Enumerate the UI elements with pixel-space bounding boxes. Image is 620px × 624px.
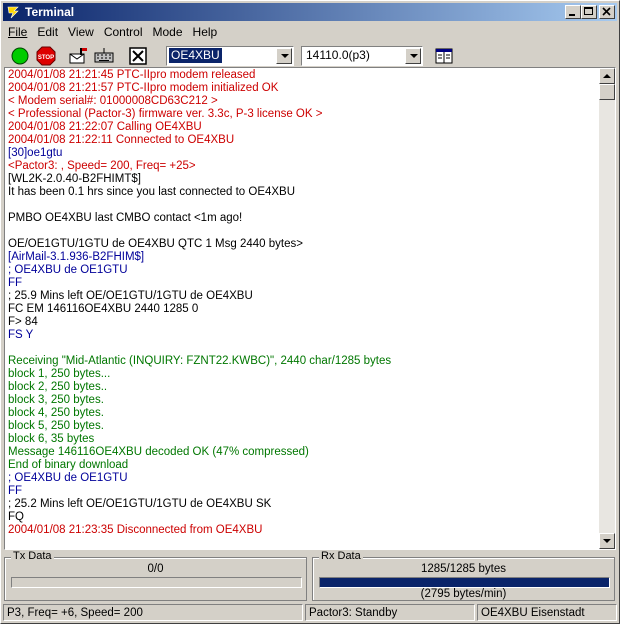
stop-button[interactable]: STOP [35, 45, 57, 67]
keyboard-button[interactable] [93, 45, 115, 67]
window-title: Terminal [25, 5, 75, 19]
close-box-icon [129, 47, 147, 65]
terminal-line: It has been 0.1 hrs since you last conne… [8, 186, 296, 198]
rx-progress-fill [320, 578, 609, 587]
terminal-output[interactable]: 2004/01/08 21:21:45 PTC-IIpro modem rele… [4, 67, 616, 550]
scroll-down-button[interactable] [599, 533, 615, 549]
callsign-value: OE4XBU [169, 48, 222, 63]
terminal-lines: 2004/01/08 21:21:45 PTC-IIpro modem rele… [8, 69, 598, 537]
arrow-up-icon [603, 74, 611, 78]
status-link: P3, Freq= +6, Speed= 200 [3, 604, 303, 621]
frequency-value: 14110.0(p3) [306, 48, 370, 62]
terminal-line: < Professional (Pactor-3) firmware ver. … [8, 108, 323, 120]
chevron-down-icon[interactable] [405, 48, 421, 64]
status-station: OE4XBU Eisenstadt [477, 604, 617, 621]
terminal-line: block 1, 250 bytes... [8, 368, 111, 380]
terminal-line: Receiving "Mid-Atlantic (INQUIRY: FZNT22… [8, 355, 392, 367]
menu-control[interactable]: Control [99, 23, 148, 42]
rx-data-value: 1285/1285 bytes [420, 563, 507, 575]
stop-sign-icon: STOP [36, 46, 56, 66]
terminal-line: 2004/01/08 21:22:07 Calling OE4XBU [8, 121, 202, 133]
tx-data-group: Tx Data 0/0 [4, 550, 307, 601]
minimize-icon [569, 14, 575, 16]
rx-data-rate: (2795 bytes/min) [420, 588, 507, 600]
tx-data-value: 0/0 [147, 563, 164, 575]
terminal-line: FS Y [8, 329, 34, 341]
clear-button[interactable] [127, 45, 149, 67]
terminal-line: 2004/01/08 21:21:57 PTC-IIpro modem init… [8, 82, 279, 94]
terminal-line: ; OE4XBU de OE1GTU [8, 472, 128, 484]
close-icon [602, 7, 611, 16]
rx-data-label: Rx Data [319, 550, 363, 562]
green-circle-icon [11, 47, 29, 65]
rx-data-group: Rx Data 1285/1285 bytes (2795 bytes/min) [312, 550, 615, 601]
window-list-button[interactable] [433, 45, 455, 67]
terminal-line: ; 25.2 Mins left OE/OE1GTU/1GTU de OE4XB… [8, 498, 272, 510]
terminal-line: [30]oe1gtu [8, 147, 63, 159]
terminal-line: [AirMail-3.1.936-B2FHIM$] [8, 251, 145, 263]
menu-mode[interactable]: Mode [148, 23, 188, 42]
terminal-line: block 2, 250 bytes.. [8, 381, 108, 393]
scroll-up-button[interactable] [599, 68, 615, 84]
tx-data-label: Tx Data [11, 550, 54, 562]
callsign-select[interactable]: OE4XBU [166, 46, 294, 66]
terminal-line: < Modem serial#: 01000008CD63C212 > [8, 95, 218, 107]
terminal-line: ; 25.9 Mins left OE/OE1GTU/1GTU de OE4XB… [8, 290, 253, 302]
terminal-line: PMBO OE4XBU last CMBO contact <1m ago! [8, 212, 243, 224]
terminal-line: [WL2K-2.0.40-B2FHIMT$] [8, 173, 141, 185]
menu-help[interactable]: Help [188, 23, 223, 42]
terminal-line: block 3, 250 bytes. [8, 394, 104, 406]
terminal-line: OE/OE1GTU/1GTU de OE4XBU QTC 1 Msg 2440 … [8, 238, 303, 250]
minimize-button[interactable] [565, 5, 581, 19]
terminal-window: Terminal File Edit View Control Mode Help STO… [0, 0, 620, 624]
window-grid-icon [435, 48, 453, 64]
frequency-select[interactable]: 14110.0(p3) [301, 46, 423, 66]
menu-file[interactable]: File [3, 23, 32, 42]
svg-text:STOP: STOP [38, 55, 54, 61]
terminal-line: 2004/01/08 21:21:45 PTC-IIpro modem rele… [8, 69, 256, 81]
terminal-line: FC EM 146116OE4XBU 2440 1285 0 [8, 303, 199, 315]
terminal-line: End of binary download [8, 459, 129, 471]
app-icon [7, 6, 19, 19]
toolbar: STOP OE4XBU 14110.0(p3) [3, 43, 617, 67]
title-bar[interactable]: Terminal [3, 3, 617, 21]
terminal-line: block 4, 250 bytes. [8, 407, 104, 419]
mailbox-icon [69, 48, 87, 64]
menu-edit[interactable]: Edit [32, 23, 63, 42]
menu-view[interactable]: View [63, 23, 99, 42]
menu-bar: File Edit View Control Mode Help [3, 23, 617, 42]
arrow-down-icon [603, 539, 611, 543]
terminal-line: FF [8, 485, 23, 497]
status-mode: Pactor3: Standby [305, 604, 475, 621]
vertical-scrollbar[interactable] [599, 68, 615, 549]
terminal-line: 2004/01/08 21:22:11 Connected to OE4XBU [8, 134, 235, 146]
tx-progress-bar [11, 577, 302, 588]
terminal-line: block 5, 250 bytes. [8, 420, 104, 432]
terminal-line: ; OE4XBU de OE1GTU [8, 264, 128, 276]
terminal-line: F> 84 [8, 316, 38, 328]
connect-button[interactable] [9, 45, 31, 67]
keyboard-icon [94, 48, 114, 63]
terminal-line: 2004/01/08 21:23:35 Disconnected from OE… [8, 524, 263, 536]
chevron-down-icon[interactable] [276, 48, 292, 64]
terminal-line: FF [8, 277, 23, 289]
terminal-line: FQ [8, 511, 24, 523]
scroll-thumb[interactable] [599, 84, 615, 100]
send-receive-button[interactable] [67, 45, 89, 67]
maximize-button[interactable] [581, 5, 597, 19]
rx-progress-bar [319, 577, 610, 588]
terminal-line: block 6, 35 bytes [8, 433, 95, 445]
close-button[interactable] [599, 5, 615, 19]
terminal-line: Message 146116OE4XBU decoded OK (47% com… [8, 446, 309, 458]
terminal-line: <Pactor3: , Speed= 200, Freq= +25> [8, 160, 196, 172]
maximize-icon [584, 7, 593, 15]
